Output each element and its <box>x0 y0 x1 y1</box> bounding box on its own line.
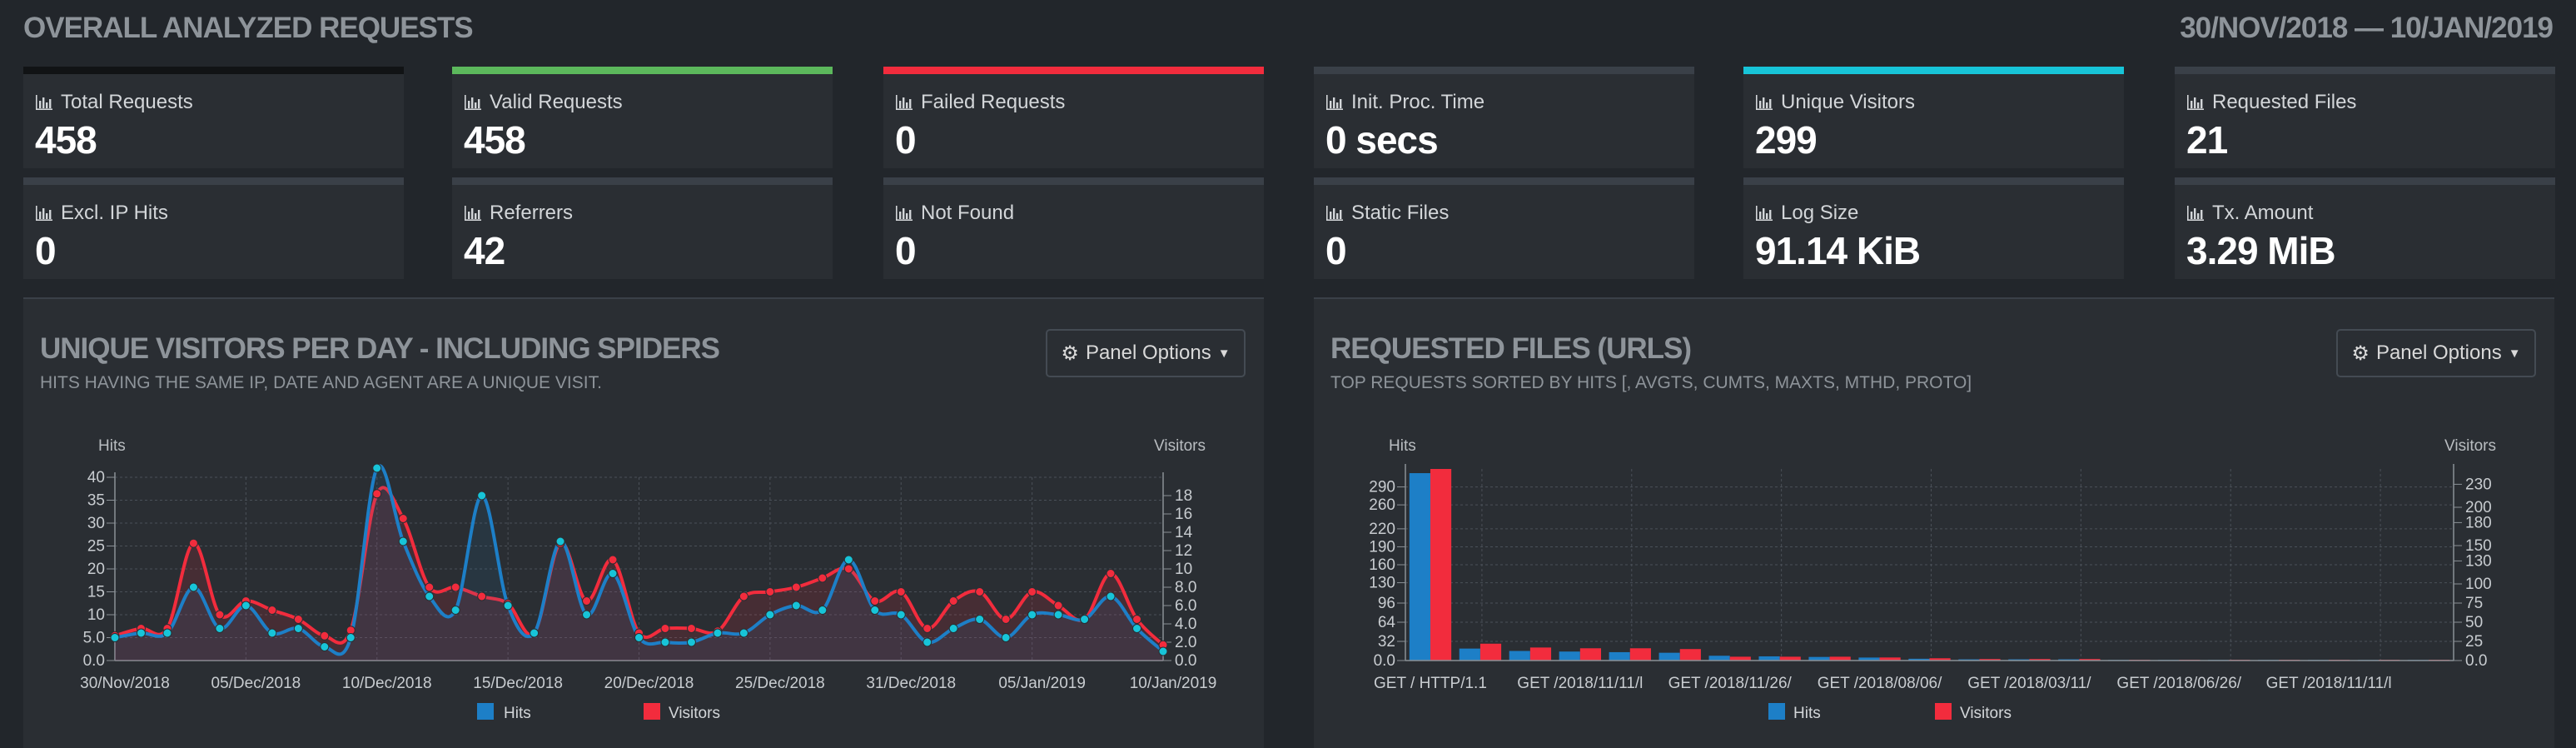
requests-panel-options-button[interactable]: ⚙ Panel Options ▼ <box>2336 329 2536 377</box>
panel-options-label: Panel Options <box>1085 342 1211 364</box>
gear-icon: ⚙ <box>1061 342 1079 365</box>
stat-card: Static Files 0 <box>1314 177 1694 279</box>
stat-value: 0 <box>895 118 917 162</box>
bar-chart-icon <box>1325 202 1351 224</box>
panel-options-label: Panel Options <box>2375 342 2502 364</box>
bar-chart-icon <box>1325 91 1351 113</box>
bar-chart-icon <box>35 202 61 224</box>
stat-card: Total Requests 458 <box>23 67 404 168</box>
requests-panel: REQUESTED FILES (URLS) TOP REQUESTS SORT… <box>1314 297 2554 748</box>
stat-label: Failed Requests <box>895 91 1065 114</box>
stat-label: Tx. Amount <box>2186 202 2313 225</box>
stat-card: Requested Files 21 <box>2175 67 2555 168</box>
stat-label: Init. Proc. Time <box>1325 91 1484 114</box>
stat-value: 21 <box>2186 118 2228 162</box>
stat-value: 42 <box>464 229 505 272</box>
caret-down-icon: ▼ <box>1217 346 1231 361</box>
stat-label: Excl. IP Hits <box>35 202 168 225</box>
stat-value: 0 <box>35 229 57 272</box>
bar-chart-icon <box>895 202 921 224</box>
bar-chart-icon <box>895 91 921 113</box>
stat-label: Valid Requests <box>464 91 623 114</box>
stat-label: Log Size <box>1755 202 1858 225</box>
stat-label: Total Requests <box>35 91 193 114</box>
stat-card: Excl. IP Hits 0 <box>23 177 404 279</box>
stat-card: Log Size 91.14 KiB <box>1743 177 2124 279</box>
visitors-panel-subtitle: HITS HAVING THE SAME IP, DATE AND AGENT … <box>40 373 602 392</box>
stat-card: Tx. Amount 3.29 MiB <box>2175 177 2555 279</box>
stat-value: 299 <box>1755 118 1818 162</box>
bar-chart-icon <box>1755 202 1781 224</box>
requests-panel-subtitle: TOP REQUESTS SORTED BY HITS [, AVGTS, CU… <box>1330 373 1972 392</box>
visitors-panel-options-button[interactable]: ⚙ Panel Options ▼ <box>1046 329 1246 377</box>
stat-card: Not Found 0 <box>883 177 1264 279</box>
stat-value: 0 <box>1325 229 1347 272</box>
stat-card: Failed Requests 0 <box>883 67 1264 168</box>
stat-card: Unique Visitors 299 <box>1743 67 2124 168</box>
bar-chart-icon <box>464 91 490 113</box>
requests-panel-title: REQUESTED FILES (URLS) <box>1330 332 1692 365</box>
bar-chart-icon <box>2186 202 2212 224</box>
stat-label: Unique Visitors <box>1755 91 1915 114</box>
visitors-panel: UNIQUE VISITORS PER DAY - INCLUDING SPID… <box>23 297 1264 748</box>
bar-chart-icon <box>464 202 490 224</box>
stat-card: Referrers 42 <box>452 177 833 279</box>
stat-value: 0 secs <box>1325 118 1439 162</box>
visitors-panel-title: UNIQUE VISITORS PER DAY - INCLUDING SPID… <box>40 332 720 365</box>
caret-down-icon: ▼ <box>2508 346 2521 361</box>
stat-card: Valid Requests 458 <box>452 67 833 168</box>
bar-chart-icon <box>1755 91 1781 113</box>
stat-value: 458 <box>464 118 526 162</box>
stat-value: 458 <box>35 118 97 162</box>
stat-value: 0 <box>895 229 917 272</box>
stat-label: Static Files <box>1325 202 1449 225</box>
date-range: 30/NOV/2018 — 10/JAN/2019 <box>2180 12 2554 44</box>
stat-card: Init. Proc. Time 0 secs <box>1314 67 1694 168</box>
page-title: OVERALL ANALYZED REQUESTS <box>23 12 474 44</box>
stat-value: 3.29 MiB <box>2186 229 2336 272</box>
stat-label: Referrers <box>464 202 573 225</box>
stat-label: Requested Files <box>2186 91 2356 114</box>
bar-chart-icon <box>2186 91 2212 113</box>
stat-value: 91.14 KiB <box>1755 229 1921 272</box>
bar-chart-icon <box>35 91 61 113</box>
gear-icon: ⚙ <box>2351 342 2370 365</box>
stat-label: Not Found <box>895 202 1014 225</box>
